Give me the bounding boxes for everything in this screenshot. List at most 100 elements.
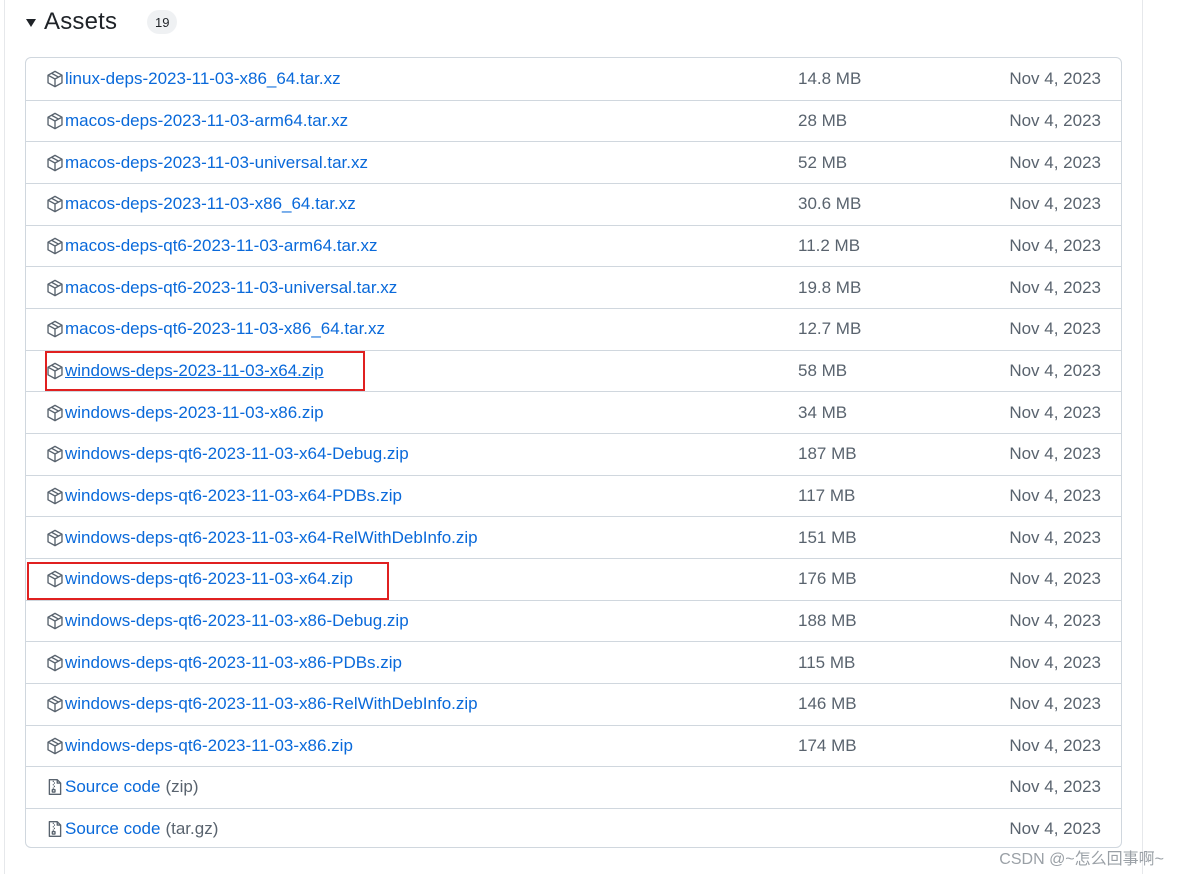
- package-icon: [46, 654, 64, 672]
- package-icon: [46, 362, 64, 380]
- package-icon: [46, 195, 64, 213]
- package-icon: [46, 154, 64, 172]
- asset-size: 58 MB: [798, 360, 848, 380]
- source-code-row: Source code (tar.gz) Nov 4, 2023: [26, 807, 1121, 847]
- triangle-down-icon: [26, 19, 36, 27]
- asset-download-link[interactable]: macos-deps-qt6-2023-11-03-universal.tar.…: [65, 278, 397, 298]
- asset-name-cell: windows-deps-2023-11-03-x86.zip: [46, 392, 324, 433]
- asset-download-link[interactable]: macos-deps-2023-11-03-x86_64.tar.xz: [65, 194, 356, 214]
- asset-name-cell: macos-deps-2023-11-03-x86_64.tar.xz: [46, 184, 356, 225]
- asset-download-link[interactable]: windows-deps-qt6-2023-11-03-x64-Debug.zi…: [65, 444, 409, 464]
- asset-download-link[interactable]: windows-deps-qt6-2023-11-03-x86.zip: [65, 736, 353, 756]
- asset-size: 117 MB: [798, 485, 856, 505]
- asset-size: 151 MB: [798, 527, 857, 547]
- assets-count-badge: 19: [147, 10, 178, 34]
- asset-size: 28 MB: [798, 110, 848, 130]
- package-icon: [46, 570, 64, 588]
- asset-size: 34 MB: [798, 402, 848, 422]
- package-icon: [46, 487, 64, 505]
- asset-name-cell: windows-deps-qt6-2023-11-03-x86-Debug.zi…: [46, 601, 409, 642]
- asset-size: 52 MB: [798, 152, 848, 172]
- asset-date: Nov 4, 2023: [1009, 485, 1101, 505]
- package-icon: [46, 112, 64, 130]
- asset-date: Nov 4, 2023: [1009, 819, 1101, 839]
- asset-download-link[interactable]: windows-deps-qt6-2023-11-03-x86-PDBs.zip: [65, 653, 402, 673]
- asset-row: linux-deps-2023-11-03-x86_64.tar.xz 14.8 …: [26, 58, 1121, 100]
- asset-download-link[interactable]: windows-deps-qt6-2023-11-03-x64-PDBs.zip: [65, 486, 402, 506]
- source-code-link[interactable]: Source code: [65, 777, 160, 797]
- asset-name-cell: macos-deps-qt6-2023-11-03-arm64.tar.xz: [46, 226, 377, 267]
- file-zip-icon: [46, 820, 64, 838]
- asset-date: Nov 4, 2023: [1009, 777, 1101, 797]
- asset-download-link[interactable]: windows-deps-2023-11-03-x86.zip: [65, 403, 324, 423]
- asset-size: 11.2 MB: [798, 235, 861, 255]
- asset-row: macos-deps-2023-11-03-x86_64.tar.xz 30.6 …: [26, 182, 1121, 225]
- asset-download-link[interactable]: macos-deps-2023-11-03-arm64.tar.xz: [65, 111, 348, 131]
- asset-download-link[interactable]: windows-deps-2023-11-03-x64.zip: [65, 361, 324, 381]
- asset-download-link[interactable]: linux-deps-2023-11-03-x86_64.tar.xz: [65, 69, 341, 89]
- asset-date: Nov 4, 2023: [1009, 68, 1101, 88]
- source-code-format: (zip): [165, 777, 199, 797]
- asset-download-link[interactable]: macos-deps-qt6-2023-11-03-arm64.tar.xz: [65, 236, 377, 256]
- asset-name-cell: windows-deps-qt6-2023-11-03-x64-PDBs.zip: [46, 476, 402, 517]
- asset-download-link[interactable]: macos-deps-2023-11-03-universal.tar.xz: [65, 153, 368, 173]
- asset-download-link[interactable]: windows-deps-qt6-2023-11-03-x64.zip: [65, 569, 353, 589]
- asset-date: Nov 4, 2023: [1009, 444, 1101, 464]
- asset-name-cell: macos-deps-qt6-2023-11-03-universal.tar.…: [46, 267, 397, 308]
- package-icon: [46, 279, 64, 297]
- package-icon: [46, 529, 64, 547]
- asset-name-cell: linux-deps-2023-11-03-x86_64.tar.xz: [46, 58, 341, 100]
- asset-name-cell: windows-deps-qt6-2023-11-03-x64-Debug.zi…: [46, 434, 409, 475]
- asset-size: 115 MB: [798, 652, 856, 672]
- asset-name-cell: Source code (tar.gz): [46, 809, 219, 847]
- asset-download-link[interactable]: macos-deps-qt6-2023-11-03-x86_64.tar.xz: [65, 319, 385, 339]
- asset-row: windows-deps-2023-11-03-x86.zip 34 MB Nov …: [26, 391, 1121, 433]
- asset-name-cell: windows-deps-2023-11-03-x64.zip: [46, 351, 324, 392]
- source-code-format: (tar.gz): [165, 819, 219, 839]
- asset-name-cell: windows-deps-qt6-2023-11-03-x86-PDBs.zip: [46, 642, 402, 683]
- asset-row: windows-deps-qt6-2023-11-03-x86.zip 174 M…: [26, 724, 1121, 767]
- asset-size: 19.8 MB: [798, 277, 862, 297]
- asset-size: 146 MB: [798, 694, 857, 714]
- asset-size: 14.8 MB: [798, 68, 862, 88]
- asset-name-cell: windows-deps-qt6-2023-11-03-x86.zip: [46, 726, 353, 767]
- asset-date: Nov 4, 2023: [1009, 527, 1101, 547]
- asset-date: Nov 4, 2023: [1009, 569, 1101, 589]
- watermark: CSDN @~怎么回事啊~: [999, 851, 1164, 868]
- package-icon: [46, 612, 64, 630]
- asset-date: Nov 4, 2023: [1009, 610, 1101, 630]
- asset-download-link[interactable]: windows-deps-qt6-2023-11-03-x86-Debug.zi…: [65, 611, 409, 631]
- assets-title: Assets: [44, 8, 118, 35]
- asset-download-link[interactable]: windows-deps-qt6-2023-11-03-x86-RelWithD…: [65, 694, 478, 714]
- asset-download-link[interactable]: windows-deps-qt6-2023-11-03-x64-RelWithD…: [65, 528, 478, 548]
- asset-name-cell: macos-deps-2023-11-03-universal.tar.xz: [46, 142, 368, 183]
- asset-date: Nov 4, 2023: [1009, 360, 1101, 380]
- asset-row: macos-deps-qt6-2023-11-03-arm64.tar.xz 11…: [26, 224, 1121, 267]
- asset-row: macos-deps-qt6-2023-11-03-universal.tar.…: [26, 266, 1121, 308]
- source-code-link[interactable]: Source code: [65, 819, 160, 839]
- assets-summary-toggle[interactable]: Assets 19: [26, 6, 178, 38]
- asset-name-cell: windows-deps-qt6-2023-11-03-x64.zip: [46, 559, 353, 600]
- package-icon: [46, 695, 64, 713]
- asset-name-cell: macos-deps-qt6-2023-11-03-x86_64.tar.xz: [46, 309, 385, 350]
- asset-row: macos-deps-qt6-2023-11-03-x86_64.tar.xz 1…: [26, 307, 1121, 350]
- asset-date: Nov 4, 2023: [1009, 235, 1101, 255]
- asset-row: windows-deps-qt6-2023-11-03-x86-Debug.zi…: [26, 599, 1121, 642]
- assets-list: linux-deps-2023-11-03-x86_64.tar.xz 14.8 …: [25, 57, 1122, 848]
- file-zip-icon: [46, 778, 64, 796]
- asset-date: Nov 4, 2023: [1009, 277, 1101, 297]
- asset-name-cell: windows-deps-qt6-2023-11-03-x86-RelWithD…: [46, 684, 478, 725]
- asset-name-cell: macos-deps-2023-11-03-arm64.tar.xz: [46, 101, 348, 142]
- asset-row: windows-deps-qt6-2023-11-03-x86-RelWithD…: [26, 682, 1121, 725]
- package-icon: [46, 445, 64, 463]
- page-left-border: [4, 0, 5, 874]
- asset-name-cell: windows-deps-qt6-2023-11-03-x64-RelWithD…: [46, 517, 478, 558]
- asset-row: windows-deps-qt6-2023-11-03-x64.zip 176 M…: [26, 557, 1121, 600]
- package-icon: [46, 320, 64, 338]
- asset-row: windows-deps-qt6-2023-11-03-x64-PDBs.zip…: [26, 474, 1121, 517]
- asset-name-cell: Source code (zip): [46, 767, 199, 808]
- asset-date: Nov 4, 2023: [1009, 319, 1101, 339]
- asset-row: windows-deps-qt6-2023-11-03-x86-PDBs.zip…: [26, 641, 1121, 683]
- asset-date: Nov 4, 2023: [1009, 152, 1101, 172]
- asset-date: Nov 4, 2023: [1009, 194, 1101, 214]
